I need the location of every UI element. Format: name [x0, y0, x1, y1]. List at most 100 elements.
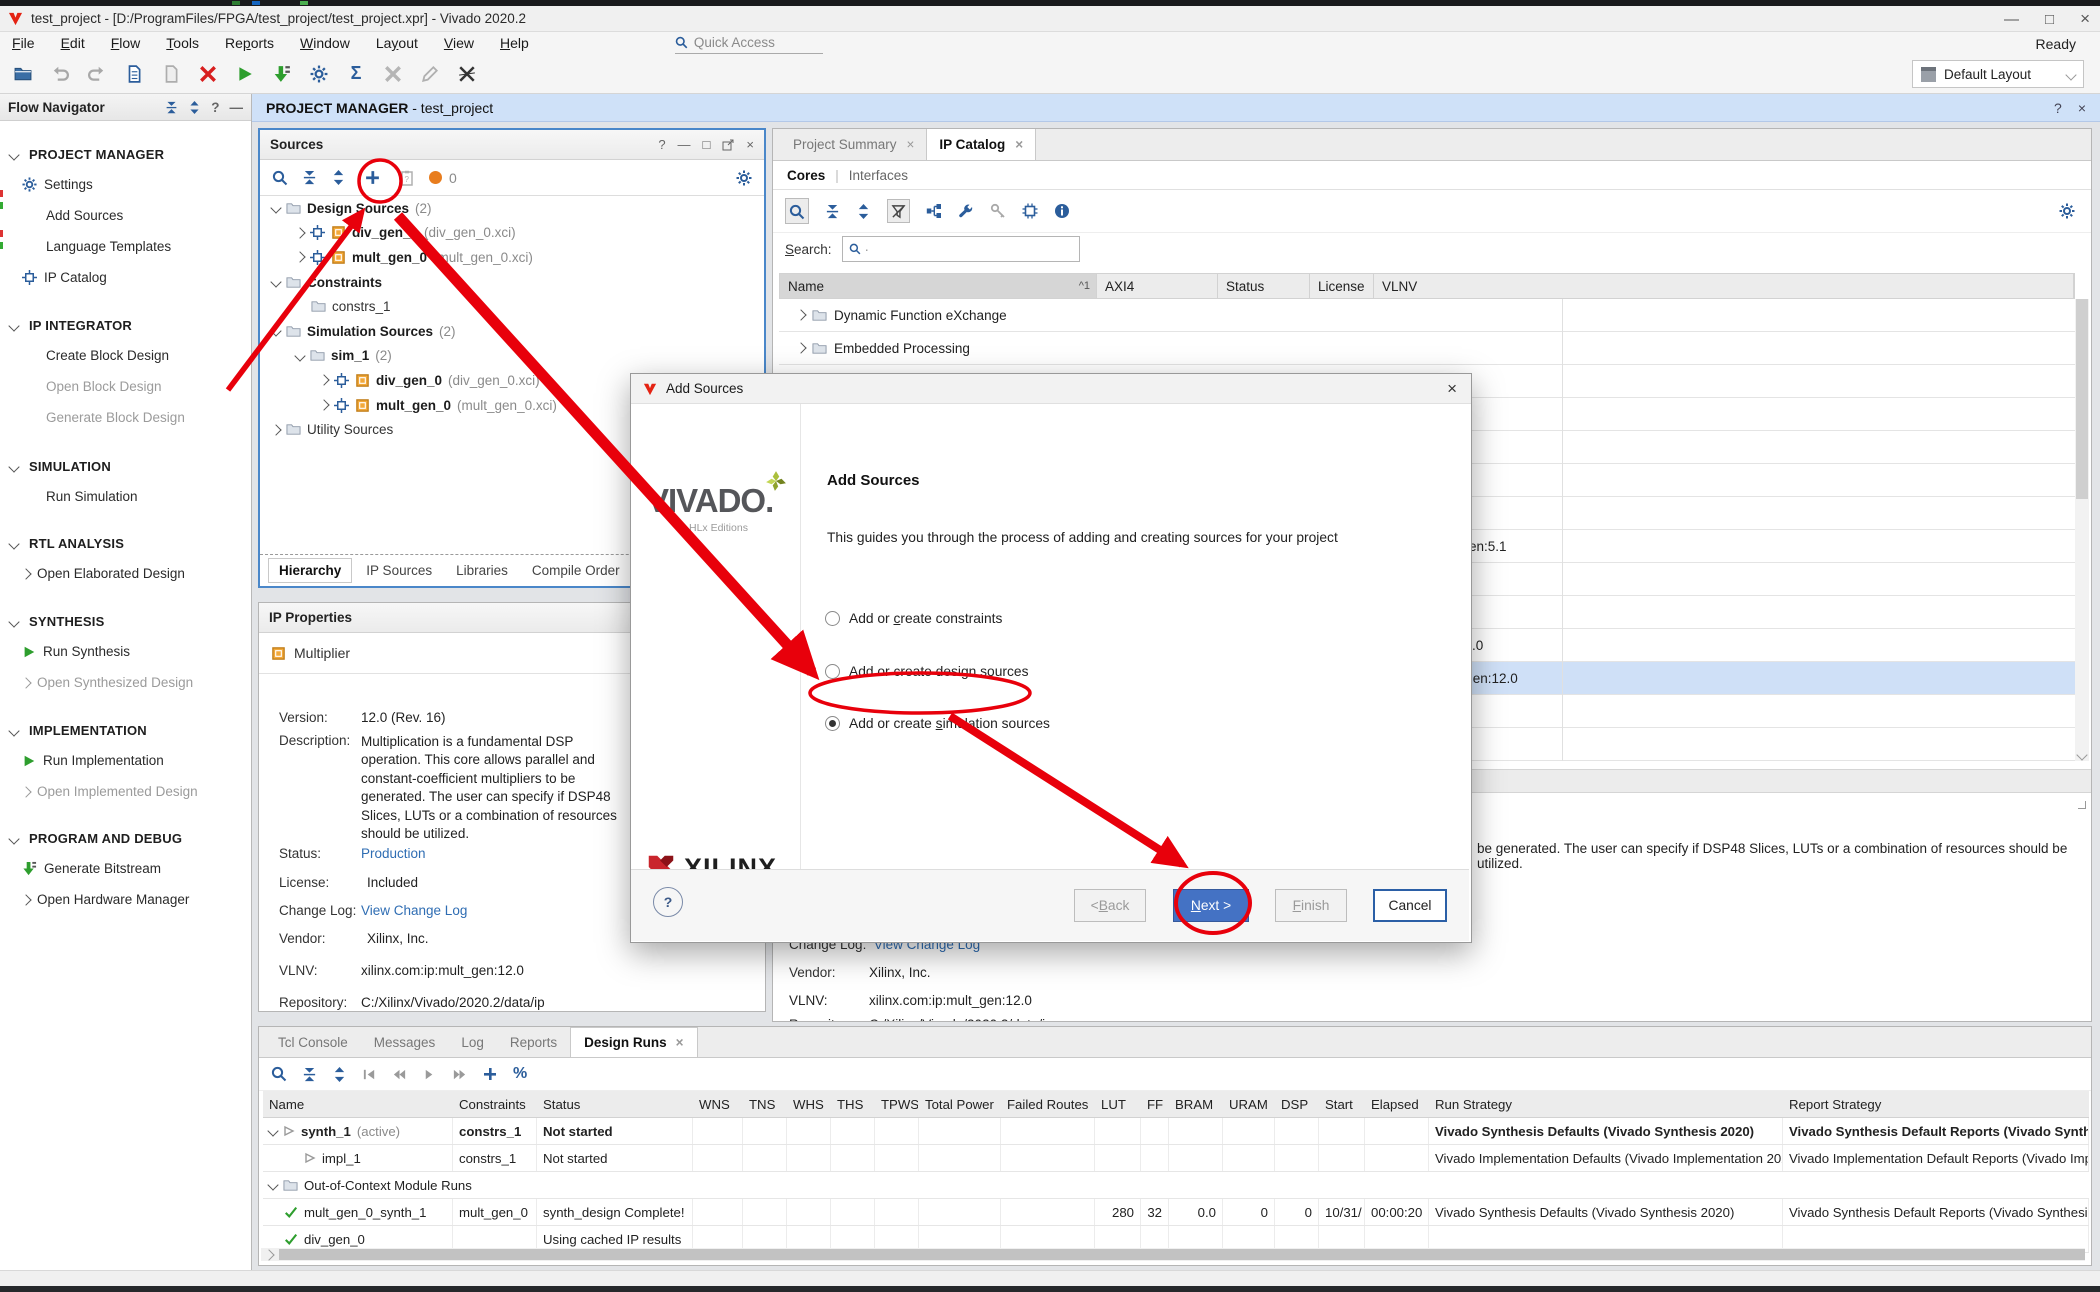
- flow-section-synthesis[interactable]: SYNTHESIS: [0, 614, 251, 629]
- collapse-all-icon[interactable]: [302, 1067, 317, 1082]
- settings-gear-icon[interactable]: [308, 63, 330, 85]
- flow-item-settings[interactable]: Settings: [0, 177, 251, 192]
- menu-edit[interactable]: Edit: [61, 35, 85, 51]
- create-run-icon[interactable]: [482, 1066, 498, 1082]
- radio-add-or-create-constraints[interactable]: Add or create constraints: [825, 611, 1002, 626]
- subtab-interfaces[interactable]: Interfaces: [849, 168, 908, 183]
- minimize-button[interactable]: —: [2004, 11, 2019, 28]
- tab-reports[interactable]: Reports: [497, 1028, 570, 1057]
- quick-access-search[interactable]: Quick Access: [675, 33, 823, 54]
- horizontal-scrollbar[interactable]: [261, 1248, 2085, 1261]
- expand-all-icon[interactable]: [188, 101, 201, 114]
- sources-header[interactable]: Sources ? — □ ×: [260, 130, 764, 160]
- menu-layout[interactable]: Layout: [376, 35, 418, 51]
- status-value-link[interactable]: Production: [361, 846, 426, 861]
- sigma-report-icon[interactable]: Σ: [345, 63, 367, 85]
- debug-cross-icon[interactable]: [456, 63, 478, 85]
- column-header-name[interactable]: Name^1: [780, 274, 1097, 298]
- customize-ip-icon[interactable]: [958, 203, 974, 219]
- dialog-close-icon[interactable]: ×: [1447, 379, 1457, 399]
- minimize-icon[interactable]: —: [678, 137, 691, 152]
- edit-pencil-icon[interactable]: [419, 63, 441, 85]
- stop-gray-icon[interactable]: [382, 63, 404, 85]
- flow-item-run-implementation[interactable]: Run Implementation: [0, 753, 251, 768]
- messages-badge-icon[interactable]: [429, 171, 442, 184]
- collapse-all-icon[interactable]: [825, 204, 840, 219]
- flow-section-implementation[interactable]: IMPLEMENTATION: [0, 723, 251, 738]
- undo-icon[interactable]: [49, 63, 71, 85]
- first-run-icon[interactable]: [362, 1067, 377, 1082]
- radio-dot-icon[interactable]: [825, 664, 840, 679]
- group-by-icon[interactable]: [926, 203, 942, 219]
- menu-tools[interactable]: Tools: [166, 35, 199, 51]
- menu-reports[interactable]: Reports: [225, 35, 274, 51]
- sources-tab-libraries[interactable]: Libraries: [446, 559, 518, 582]
- minimize-panel-icon[interactable]: —: [230, 100, 244, 115]
- float-icon[interactable]: [722, 139, 734, 151]
- vertical-scrollbar[interactable]: [2075, 299, 2089, 761]
- redo-icon[interactable]: [86, 63, 108, 85]
- changelog-link[interactable]: View Change Log: [361, 903, 467, 918]
- help-icon[interactable]: ?: [658, 137, 665, 152]
- radio-add-or-create-simulation-sources[interactable]: Add or create simulation sources: [825, 716, 1050, 731]
- column-header-status[interactable]: Status: [1218, 274, 1310, 298]
- flow-item-create-block-design[interactable]: Create Block Design: [0, 348, 251, 363]
- menu-file[interactable]: File: [12, 35, 35, 51]
- flow-item-language-templates[interactable]: Language Templates: [0, 239, 251, 254]
- search-toggle[interactable]: [785, 198, 809, 223]
- tab-ip-catalog[interactable]: IP Catalog×: [926, 128, 1036, 160]
- flow-section-simulation[interactable]: SIMULATION: [0, 459, 251, 474]
- column-header-axi4[interactable]: AXI4: [1097, 274, 1218, 298]
- license-key-icon[interactable]: [990, 203, 1006, 219]
- ip-settings-icon[interactable]: [1022, 203, 1038, 219]
- cancel-button[interactable]: Cancel: [1373, 889, 1447, 922]
- tree-item-mult_gen_0[interactable]: mult_gen_0 (mult_gen_0.xci): [260, 245, 764, 270]
- radio-dot-icon[interactable]: [825, 716, 840, 731]
- tab-design-runs[interactable]: Design Runs×: [570, 1027, 697, 1057]
- menu-help[interactable]: Help: [500, 35, 529, 51]
- open-project-icon[interactable]: [12, 63, 34, 85]
- subtab-cores[interactable]: Cores: [787, 168, 825, 183]
- layout-selector[interactable]: Default Layout: [1912, 60, 2084, 88]
- finish-button[interactable]: Finish: [1275, 889, 1347, 922]
- dialog-help-button[interactable]: ?: [653, 887, 683, 917]
- tree-item-Design Sources[interactable]: Design Sources (2): [260, 196, 764, 221]
- tree-item-constrs_1[interactable]: constrs_1: [260, 294, 764, 319]
- run-icon[interactable]: [234, 63, 256, 85]
- filter-toggle[interactable]: [887, 199, 910, 224]
- help-icon[interactable]: ?: [2054, 100, 2062, 116]
- collapse-all-icon[interactable]: [302, 170, 317, 185]
- play-run-icon[interactable]: [422, 1067, 437, 1082]
- run-row-mult_gen_0_synth_1[interactable]: mult_gen_0_synth_1mult_gen_0synth_design…: [263, 1199, 2089, 1226]
- run-row-synth_1[interactable]: synth_1 (active)constrs_1Not startedViva…: [263, 1118, 2089, 1145]
- copy-icon[interactable]: [123, 63, 145, 85]
- flow-item-open-synthesized-design[interactable]: Open Synthesized Design: [0, 675, 251, 690]
- search-icon[interactable]: [272, 170, 288, 186]
- flow-item-generate-block-design[interactable]: Generate Block Design: [0, 410, 251, 425]
- flow-item-open-implemented-design[interactable]: Open Implemented Design: [0, 784, 251, 799]
- menu-flow[interactable]: Flow: [111, 35, 141, 51]
- tab-messages[interactable]: Messages: [361, 1028, 449, 1057]
- back-button[interactable]: < Back: [1074, 889, 1146, 922]
- ip-category-dynamic-function-exchange[interactable]: Dynamic Function eXchange: [779, 299, 2075, 332]
- maximize-icon[interactable]: □: [703, 137, 711, 152]
- next-run-icon[interactable]: [452, 1067, 467, 1082]
- flow-item-generate-bitstream[interactable]: Generate Bitstream: [0, 861, 251, 876]
- settings-gear-icon[interactable]: [2059, 203, 2075, 219]
- expand-all-icon[interactable]: [856, 204, 871, 219]
- column-header-license[interactable]: License: [1310, 274, 1374, 298]
- close-tab-icon[interactable]: ×: [907, 137, 915, 152]
- flow-item-ip-catalog[interactable]: IP Catalog: [0, 270, 251, 285]
- radio-dot-icon[interactable]: [825, 611, 840, 626]
- ip-search-input[interactable]: ·: [842, 236, 1080, 262]
- flow-item-open-block-design[interactable]: Open Block Design: [0, 379, 251, 394]
- close-tab-icon[interactable]: ×: [676, 1035, 684, 1050]
- sources-tab-ip-sources[interactable]: IP Sources: [356, 559, 442, 582]
- runs-header-row[interactable]: NameConstraintsStatusWNSTNSWHSTHSTPWSTot…: [263, 1091, 2089, 1118]
- flow-section-rtl-analysis[interactable]: RTL ANALYSIS: [0, 536, 251, 551]
- flow-section-ip-integrator[interactable]: IP INTEGRATOR: [0, 318, 251, 333]
- close-button[interactable]: ×: [2080, 9, 2090, 29]
- flow-section-program-and-debug[interactable]: PROGRAM AND DEBUG: [0, 831, 251, 846]
- flow-item-open-hardware-manager[interactable]: Open Hardware Manager: [0, 892, 251, 907]
- close-icon[interactable]: ×: [2078, 100, 2086, 116]
